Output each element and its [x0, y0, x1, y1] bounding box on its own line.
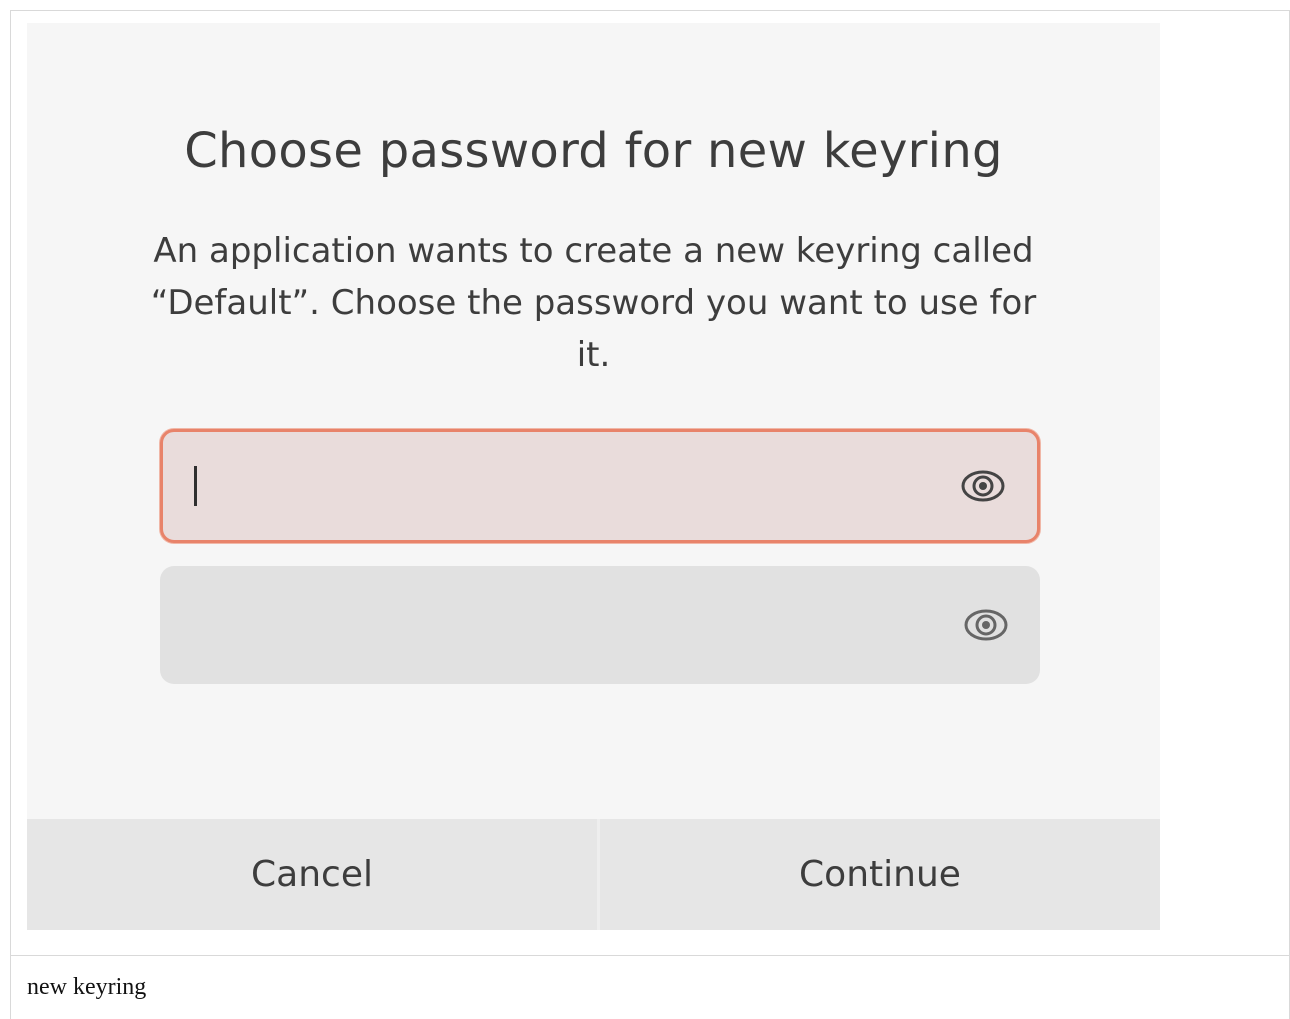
caption-divider	[10, 955, 1290, 956]
keyring-dialog: Choose password for new keyring An appli…	[27, 23, 1160, 930]
password-field[interactable]	[160, 429, 1040, 543]
dialog-message: An application wants to create a new key…	[150, 231, 1037, 375]
continue-button[interactable]: Continue	[600, 819, 1160, 930]
eye-icon[interactable]	[964, 608, 1008, 642]
confirm-password-field[interactable]	[160, 566, 1040, 684]
eye-icon[interactable]	[961, 469, 1005, 503]
dialog-title: Choose password for new keyring	[184, 123, 1003, 179]
text-cursor	[194, 466, 197, 506]
image-caption: new keyring	[27, 974, 147, 1000]
cancel-button[interactable]: Cancel	[27, 819, 597, 930]
